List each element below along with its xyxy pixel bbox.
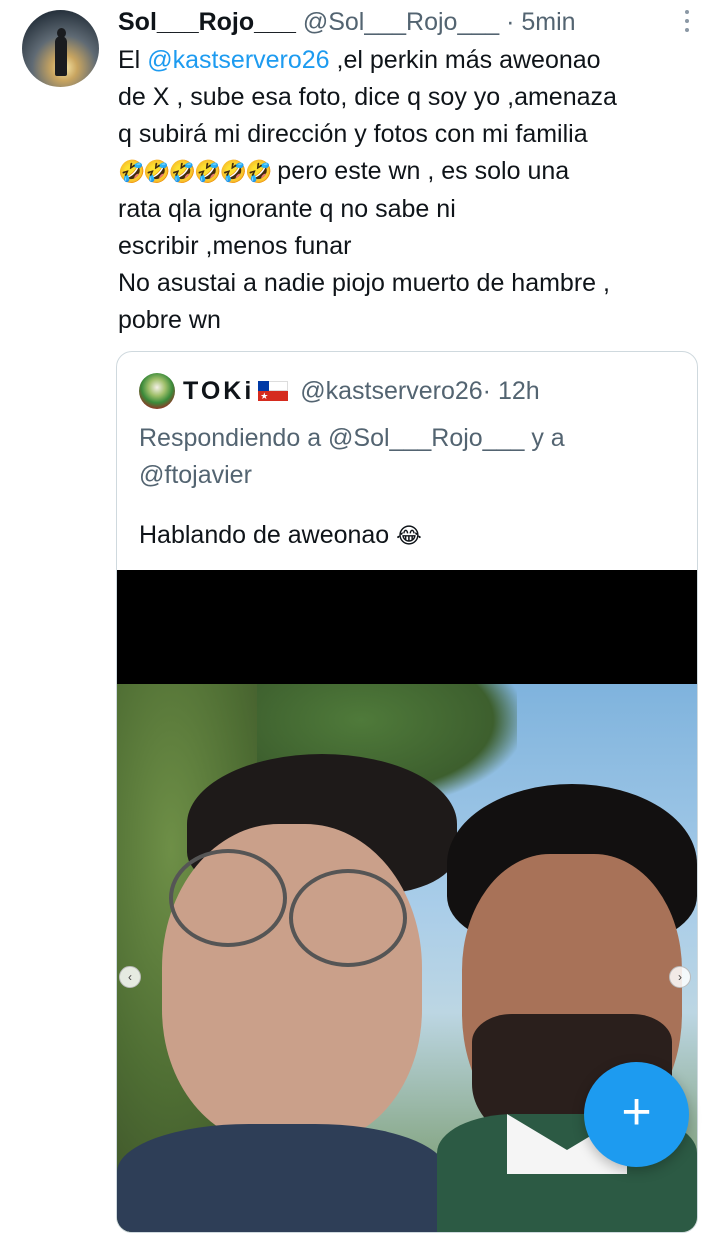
quoted-author-handle: @kastservero26 <box>300 377 483 405</box>
quoted-tweet-header: TOKi ★ @kastservero26 · 12h <box>139 373 540 409</box>
quoted-tweet-time: · 12h <box>482 377 540 405</box>
tweet-line: 🤣🤣🤣🤣🤣🤣 pero este wn , es solo una <box>118 157 570 185</box>
mention-link[interactable]: @kastservero26 <box>147 46 329 74</box>
author-avatar[interactable] <box>22 10 99 87</box>
tweet-line: pobre wn <box>118 306 221 334</box>
tweet-line: escribir ,menos funar <box>118 232 352 260</box>
tweet-line: El @kastservero26 ,el perkin más aweonao <box>118 46 601 74</box>
more-options-icon[interactable] <box>672 10 702 32</box>
chevron-left-icon[interactable]: ‹ <box>119 966 141 988</box>
laughing-emoji: 😂 <box>396 524 422 549</box>
author-handle[interactable]: @Sol___Rojo___ <box>303 8 499 36</box>
media-black-bar <box>117 570 697 684</box>
quoted-author-avatar <box>139 373 175 409</box>
replying-to: Respondiendo a @Sol___Rojo___ y a @ftoja… <box>139 424 565 489</box>
chevron-right-icon[interactable]: › <box>669 966 691 988</box>
rofl-emoji: 🤣🤣🤣🤣🤣🤣 <box>118 160 272 185</box>
tweet-time[interactable]: · 5min <box>506 8 575 36</box>
tweet-line: q subirá mi dirección y fotos con mi fam… <box>118 120 588 148</box>
tweet-text: El @kastservero26 ,el perkin más aweonao… <box>118 42 698 339</box>
author-name[interactable]: Sol___Rojo___ <box>118 8 296 36</box>
tweet-line: de X , sube esa foto, dice q soy yo ,ame… <box>118 83 617 111</box>
compose-button[interactable]: + <box>584 1062 689 1167</box>
plus-icon: + <box>621 1083 652 1141</box>
quoted-tweet-text: Hablando de aweonao 😂 <box>139 521 422 549</box>
chile-flag-icon: ★ <box>258 381 289 401</box>
tweet-line: No asustai a nadie piojo muerto de hambr… <box>118 269 610 297</box>
tweet-line: rata qla ignorante q no sabe ni <box>118 195 456 223</box>
quoted-author-name: TOKi <box>183 377 255 405</box>
tweet-header: Sol___Rojo___ @Sol___Rojo___ · 5min <box>118 6 576 38</box>
